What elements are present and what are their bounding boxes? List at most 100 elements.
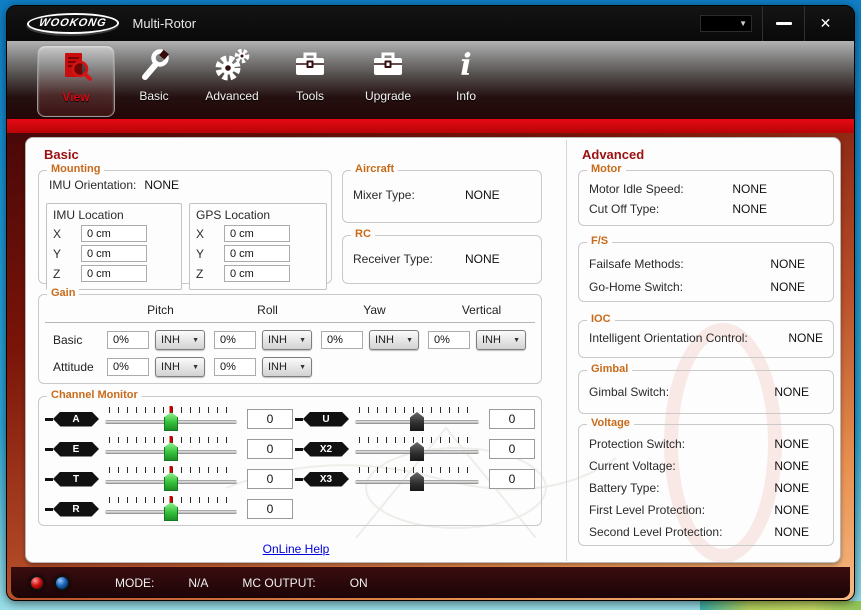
gps-location-title: GPS Location xyxy=(196,208,320,222)
gain-attitude-roll-mode-dropdown[interactable]: INH xyxy=(262,357,312,377)
gps-y-input[interactable]: 0 cm xyxy=(224,245,290,262)
imu-orientation-value: NONE xyxy=(144,178,179,192)
battery-type-value: NONE xyxy=(774,481,809,495)
content-frame: Basic Mounting IMU Orientation: NONE IMU… xyxy=(7,133,854,601)
failsafe-legend: F/S xyxy=(587,235,612,247)
channel-e-slider[interactable] xyxy=(105,437,237,461)
basic-section-title: Basic xyxy=(44,147,79,162)
gears-icon xyxy=(214,45,250,87)
channel-wire xyxy=(45,478,53,481)
desktop: WOOKONG Multi-Rotor ▼ ✕ View xyxy=(0,0,861,610)
tab-info[interactable]: i Info xyxy=(427,45,505,117)
channel-r-slider[interactable] xyxy=(105,497,237,521)
gps-z-input[interactable]: 0 cm xyxy=(224,265,290,282)
gain-basic-pitch-input[interactable]: 0% xyxy=(107,331,149,349)
imu-y-input[interactable]: 0 cm xyxy=(81,245,147,262)
axis-label: Z xyxy=(53,267,81,281)
gain-col-vertical: Vertical xyxy=(428,303,535,317)
channel-t-badge: T xyxy=(53,472,99,487)
ioc-value: NONE xyxy=(788,331,823,345)
chevron-down-icon: ▼ xyxy=(739,19,747,28)
status-led-blue xyxy=(54,575,70,591)
channel-a-badge: A xyxy=(53,412,99,427)
title-bar[interactable]: WOOKONG Multi-Rotor ▼ ✕ xyxy=(7,6,854,41)
current-voltage-label: Current Voltage: xyxy=(589,459,676,473)
channel-r-slider-handle[interactable] xyxy=(164,502,178,521)
gain-basic-pitch-mode-dropdown[interactable]: INH xyxy=(155,330,205,350)
gain-basic-row-label: Basic xyxy=(45,333,107,347)
tab-tools[interactable]: Tools xyxy=(271,45,349,117)
gain-basic-vertical-mode-dropdown[interactable]: INH xyxy=(476,330,526,350)
gain-group: Gain Pitch Roll Yaw Vertical Basic 0%INH xyxy=(38,294,542,384)
channel-t-value: 0 xyxy=(247,469,293,489)
tab-upgrade[interactable]: Upgrade xyxy=(349,45,427,117)
gain-col-pitch: Pitch xyxy=(107,303,214,317)
channel-a-slider-handle[interactable] xyxy=(164,412,178,431)
minimize-button[interactable] xyxy=(762,6,804,41)
motor-idle-speed-value: NONE xyxy=(732,182,767,196)
go-home-switch-value: NONE xyxy=(770,280,805,294)
minimize-icon xyxy=(776,22,792,25)
window-controls: ▼ ✕ xyxy=(700,6,846,41)
tab-basic[interactable]: Basic xyxy=(115,45,193,117)
tab-basic-label: Basic xyxy=(139,89,168,103)
channel-t-slider-handle[interactable] xyxy=(164,472,178,491)
channel-x2-slider[interactable] xyxy=(355,437,479,461)
current-voltage-value: NONE xyxy=(774,459,809,473)
channel-u-slider-handle[interactable] xyxy=(410,412,424,431)
gps-x-input[interactable]: 0 cm xyxy=(224,225,290,242)
gain-basic-roll-input[interactable]: 0% xyxy=(214,331,256,349)
ioc-legend: IOC xyxy=(587,313,615,325)
mounting-group: Mounting IMU Orientation: NONE IMU Locat… xyxy=(38,170,332,284)
tab-advanced-label: Advanced xyxy=(205,89,258,103)
channel-row-u: U 0 xyxy=(295,407,535,431)
gain-attitude-pitch-input[interactable]: 0% xyxy=(107,358,149,376)
battery-type-label: Battery Type: xyxy=(589,481,659,495)
gimbal-group: Gimbal Gimbal Switch:NONE xyxy=(578,370,834,414)
channel-wire xyxy=(45,508,53,511)
imu-x-input[interactable]: 0 cm xyxy=(81,225,147,242)
close-button[interactable]: ✕ xyxy=(804,6,846,41)
advanced-section-title: Advanced xyxy=(582,147,644,162)
channel-x3-value: 0 xyxy=(489,469,535,489)
channel-u-badge: U xyxy=(303,412,349,427)
document-magnifier-icon xyxy=(58,46,94,88)
status-bar: MODE: N/A MC OUTPUT: ON xyxy=(11,567,850,598)
channel-row-a: A 0 xyxy=(45,407,293,431)
gain-basic-roll-mode-dropdown[interactable]: INH xyxy=(262,330,312,350)
gain-attitude-pitch-mode-dropdown[interactable]: INH xyxy=(155,357,205,377)
online-help-link[interactable]: OnLine Help xyxy=(263,542,330,556)
gain-legend: Gain xyxy=(47,287,79,299)
ioc-label: Intelligent Orientation Control: xyxy=(589,331,748,345)
gimbal-switch-label: Gimbal Switch: xyxy=(589,385,669,399)
channel-a-value: 0 xyxy=(247,409,293,429)
language-dropdown[interactable]: ▼ xyxy=(700,15,752,32)
tab-advanced[interactable]: Advanced xyxy=(193,45,271,117)
toolbox-icon xyxy=(292,45,328,87)
voltage-legend: Voltage xyxy=(587,417,634,429)
tab-info-label: Info xyxy=(456,89,476,103)
channel-e-slider-handle[interactable] xyxy=(164,442,178,461)
channel-r-value: 0 xyxy=(247,499,293,519)
tab-tools-label: Tools xyxy=(296,89,324,103)
channel-x3-slider-handle[interactable] xyxy=(410,472,424,491)
gain-basic-yaw-mode-dropdown[interactable]: INH xyxy=(369,330,419,350)
imu-location-title: IMU Location xyxy=(53,208,175,222)
imu-z-input[interactable]: 0 cm xyxy=(81,265,147,282)
gain-basic-vertical-input[interactable]: 0% xyxy=(428,331,470,349)
channel-t-slider[interactable] xyxy=(105,467,237,491)
channel-a-slider[interactable] xyxy=(105,407,237,431)
channel-x2-slider-handle[interactable] xyxy=(410,442,424,461)
channel-row-r: R 0 xyxy=(45,497,293,521)
channel-wire xyxy=(295,448,303,451)
second-level-protection-label: Second Level Protection: xyxy=(589,525,722,539)
motor-legend: Motor xyxy=(587,163,626,175)
gain-attitude-roll-input[interactable]: 0% xyxy=(214,358,256,376)
channel-u-slider[interactable] xyxy=(355,407,479,431)
mode-value: N/A xyxy=(188,576,208,590)
gain-attitude-row-label: Attitude xyxy=(45,360,107,374)
gain-basic-yaw-input[interactable]: 0% xyxy=(321,331,363,349)
channel-e-badge: E xyxy=(53,442,99,457)
channel-x3-slider[interactable] xyxy=(355,467,479,491)
tab-view[interactable]: View xyxy=(37,45,115,117)
